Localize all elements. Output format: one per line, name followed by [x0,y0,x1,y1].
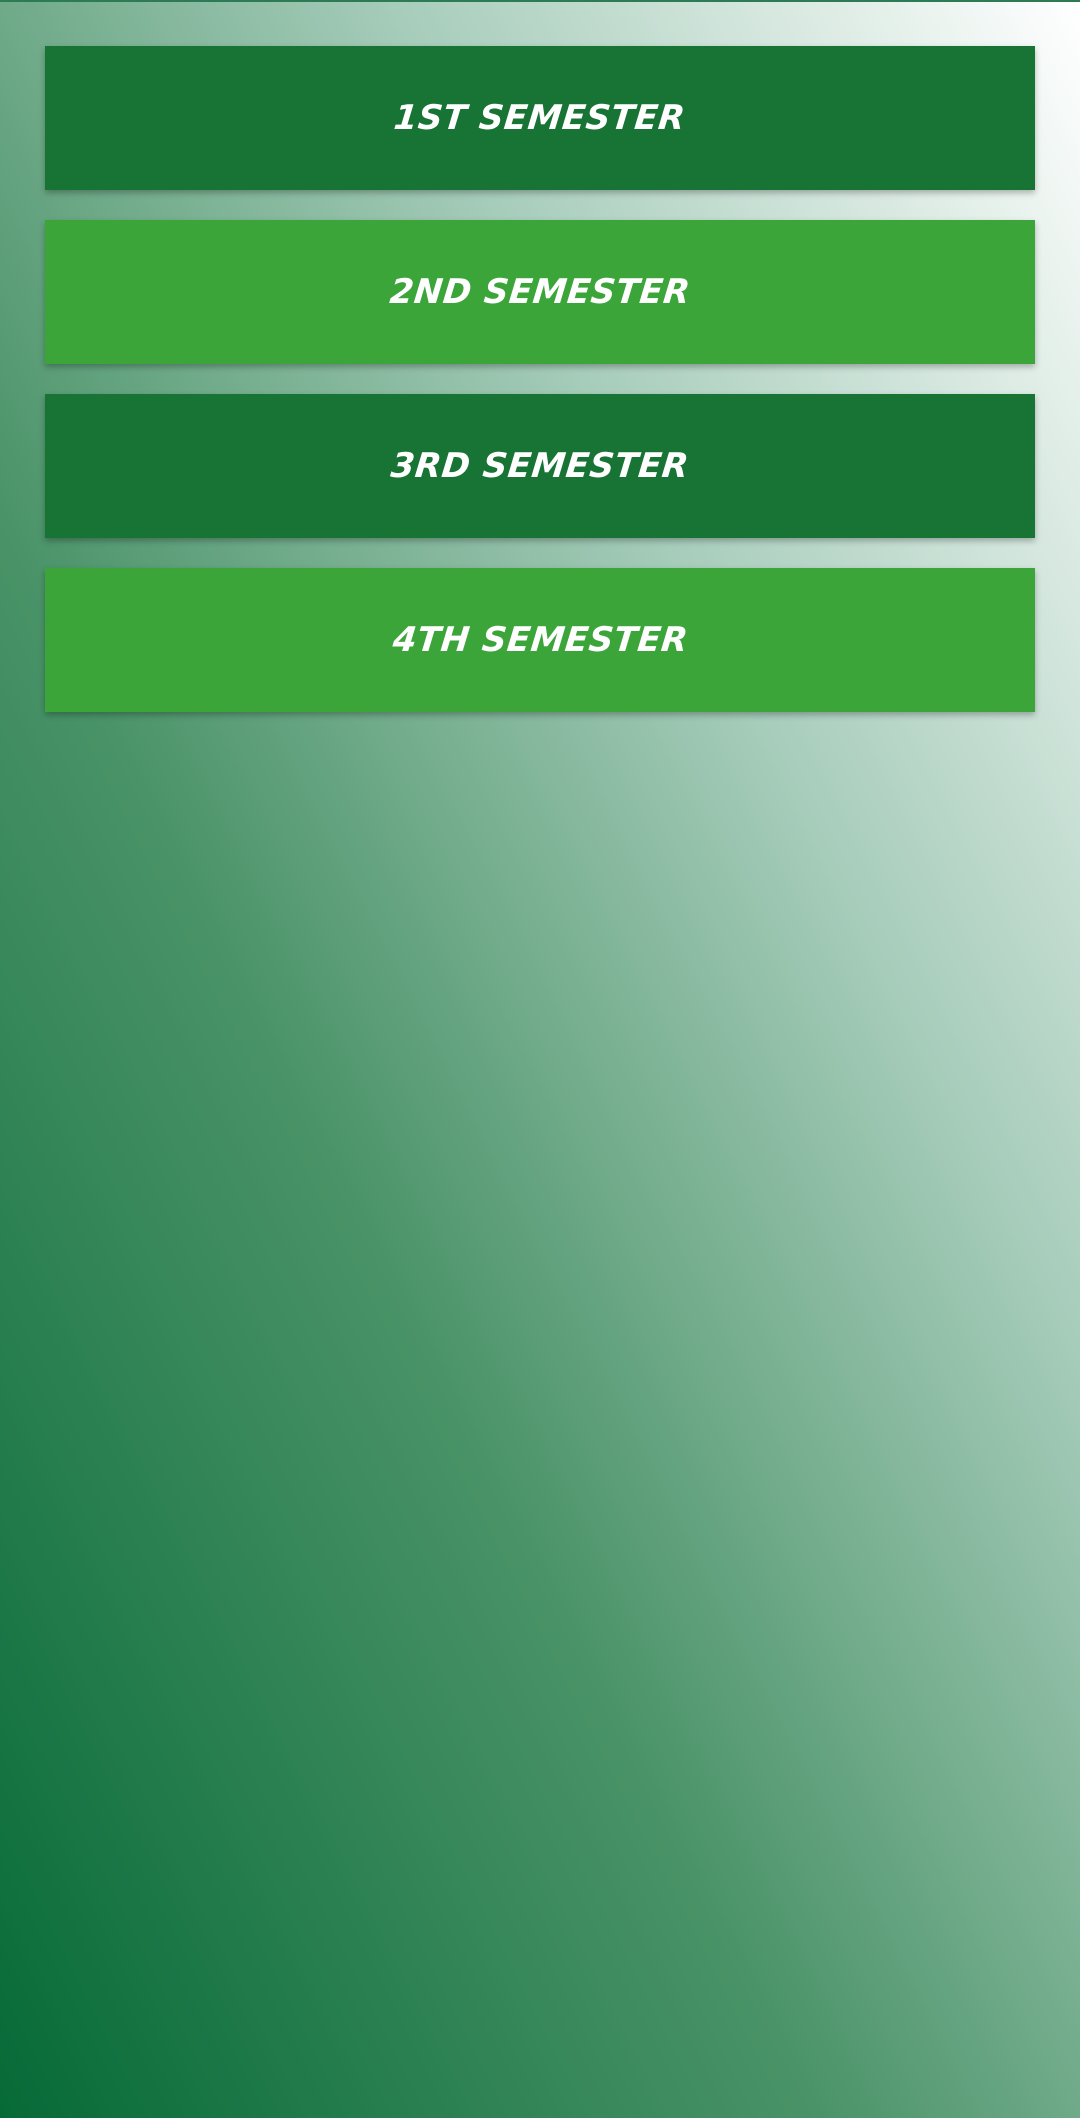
top-divider [0,0,1080,2]
semester-2-button[interactable]: 2ND SEMESTER [45,220,1035,364]
semester-3-button[interactable]: 3RD SEMESTER [45,394,1035,538]
semester-4-label: 4TH SEMESTER [390,620,690,660]
semester-2-label: 2ND SEMESTER [387,272,693,312]
semester-1-label: 1ST SEMESTER [392,98,688,138]
semester-4-button[interactable]: 4TH SEMESTER [45,568,1035,712]
semester-list: 1ST SEMESTER 2ND SEMESTER 3RD SEMESTER 4… [45,46,1035,742]
semester-1-button[interactable]: 1ST SEMESTER [45,46,1035,190]
semester-3-label: 3RD SEMESTER [389,446,691,486]
